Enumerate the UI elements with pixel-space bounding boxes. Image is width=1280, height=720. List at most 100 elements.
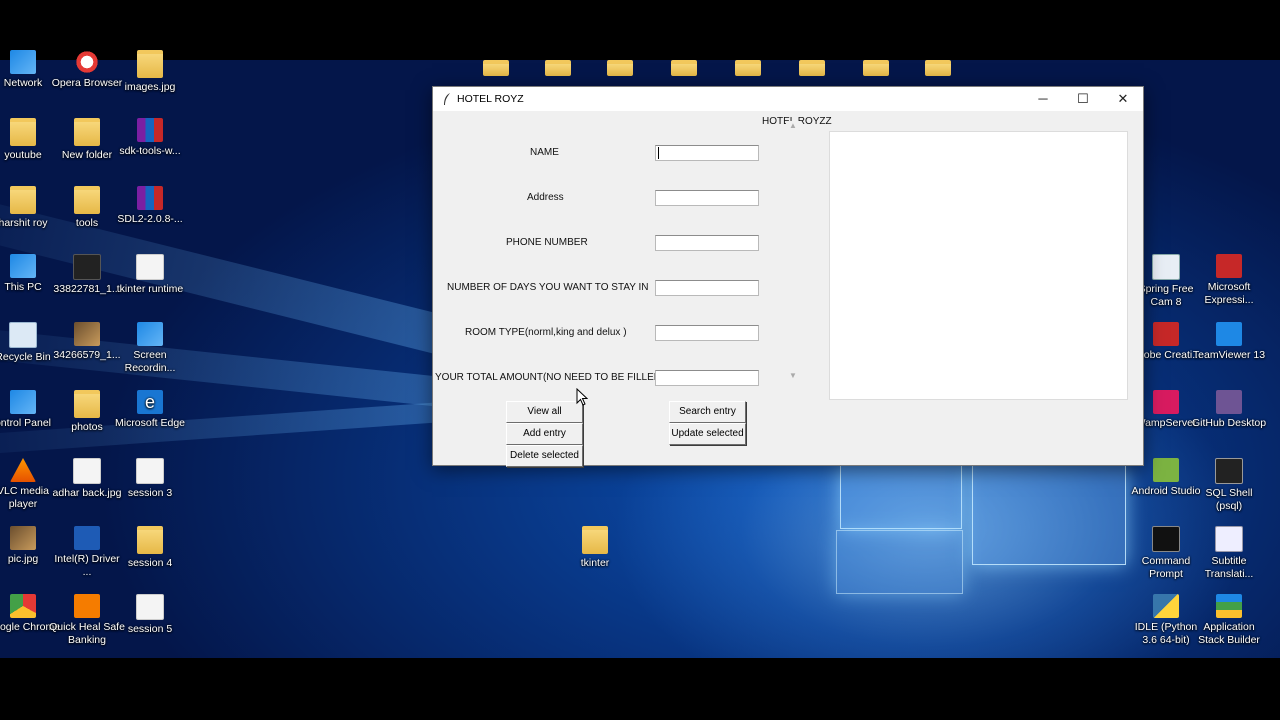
desktop-icon[interactable]: session 5 [112,594,188,636]
desktop-icon[interactable]: Subtitle Translati... [1191,526,1267,581]
records-listbox[interactable] [829,131,1128,400]
folder-icon [74,390,100,418]
add-entry-button[interactable]: Add entry [506,423,583,445]
folder-icon [137,50,163,78]
desktop-icon[interactable]: tkinter runtime [112,254,188,296]
desktop-icon-label: sdk-tools-w... [119,145,181,157]
desktop-icon[interactable]: sdk-tools-w... [112,118,188,158]
win-icon [137,322,163,346]
github-icon [1216,390,1242,414]
desktop-icon[interactable]: session 4 [112,526,188,570]
rar-icon [137,118,163,142]
wamp-icon [1153,390,1179,414]
desktop-icon-label: tkinter runtime [116,283,184,295]
address-label: Address [527,192,564,203]
folder-icon [582,526,608,554]
folder-icon [74,186,100,214]
hotel-royz-window[interactable]: HOTEL ROYZ ─ ☐ ✕ HOTEL ROYZZ NAME Addres… [432,86,1144,467]
desktop-icon-label: WampServer [1135,417,1197,429]
desktop-icon[interactable]: GitHub Desktop [1191,390,1267,430]
desktop-icon-label: images.jpg [124,81,176,93]
folder-icon [10,118,36,146]
text-caret [658,147,659,159]
minimize-button[interactable]: ─ [1023,87,1063,111]
desktop-icon-label: harshit roy [0,217,48,229]
scroll-up-arrow-icon[interactable]: ▲ [786,121,800,130]
desktop-icon[interactable]: TeamViewer 13 [1191,322,1267,362]
file-icon [73,458,101,484]
total-amount-input[interactable] [655,370,759,386]
window-title: HOTEL ROYZ [457,93,524,105]
room-type-label: ROOM TYPE(norml,king and delux ) [465,327,627,338]
days-input[interactable] [655,280,759,296]
file-icon [136,458,164,484]
name-label: NAME [530,147,559,158]
desktop-icon-label: TeamViewer 13 [1192,349,1266,361]
adobe-icon [1153,322,1179,346]
desktop-icon-label: ontrol Panel [0,417,52,429]
folder-icon [10,186,36,214]
desktop-icon[interactable]: tkinter [557,526,633,570]
spring-icon [1152,254,1180,280]
dark-icon [73,254,101,280]
sql-icon [1215,458,1243,484]
title-bar[interactable]: HOTEL ROYZ ─ ☐ ✕ [433,87,1143,111]
desktop-icon-label: Network [3,77,43,89]
edge-icon: e [137,390,163,414]
desktop-icon-label: session 4 [127,557,173,569]
listbox-scrollbar[interactable]: ▲ ▼ [786,121,800,383]
desktop-icon-label: 34266579_1... [53,349,121,361]
folder-icon [74,118,100,146]
bin-icon [9,322,37,348]
desktop-icon[interactable]: Microsoft Expressi... [1191,254,1267,307]
search-entry-button[interactable]: Search entry [669,401,746,423]
desktop-icon-label: Microsoft Expressi... [1204,281,1254,306]
desktop-icon-label: Recycle Bin [0,351,51,363]
view-all-button[interactable]: View all [506,401,583,423]
desktop-icon-label: VLC media player [0,485,49,510]
desktop-icon-label: SQL Shell (psql) [1205,487,1253,512]
feather-icon [444,93,450,105]
quick-icon [74,594,100,618]
desktop-icon-label: SDL2-2.0.8-... [117,213,183,225]
desktop-icon[interactable]: images.jpg [112,50,188,94]
android-icon [1153,458,1179,482]
win-icon [10,50,36,74]
desktop-icon[interactable]: Application Stack Builder [1191,594,1267,647]
desktop-icon-label: GitHub Desktop [1191,417,1267,429]
intel-icon [74,526,100,550]
desktop-icon-label: youtube [4,149,42,161]
phone-number-input[interactable] [655,235,759,251]
windows-logo-pane [840,465,962,529]
desktop-icon-label: session 3 [127,487,173,499]
close-button[interactable]: ✕ [1103,87,1143,111]
scroll-down-arrow-icon[interactable]: ▼ [786,371,800,380]
windows-logo-pane [972,465,1126,565]
rar-icon [137,186,163,210]
mouse-pointer-icon [576,388,588,406]
update-selected-button[interactable]: Update selected [669,423,746,445]
desktop-icon-label: session 5 [127,623,173,635]
phone-number-label: PHONE NUMBER [506,237,588,248]
desktop-icon[interactable]: Screen Recordin... [112,322,188,375]
desktop-icon-label: Subtitle Translati... [1204,555,1254,580]
days-label: NUMBER OF DAYS YOU WANT TO STAY IN [447,282,649,293]
desktop-icon[interactable]: e Microsoft Edge [112,390,188,430]
opera-icon [74,50,100,74]
maximize-button[interactable]: ☐ [1063,87,1103,111]
desktop-icon-label: Intel(R) Driver ... [54,553,120,578]
name-input[interactable] [655,145,759,161]
desktop-icon[interactable]: SQL Shell (psql) [1191,458,1267,513]
partial-top-icons [458,60,951,86]
img-icon [74,322,100,346]
delete-selected-button[interactable]: Delete selected [506,445,583,467]
desktop-icon-label: Microsoft Edge [114,417,186,429]
desktop-icon[interactable]: session 3 [112,458,188,500]
img-icon [10,526,36,550]
desktop-icon-label: Application Stack Builder [1198,621,1260,646]
desktop-icon-label: tkinter [580,557,610,569]
desktop-icon[interactable]: SDL2-2.0.8-... [112,186,188,226]
stack-icon [1216,594,1242,618]
room-type-input[interactable] [655,325,759,341]
address-input[interactable] [655,190,759,206]
